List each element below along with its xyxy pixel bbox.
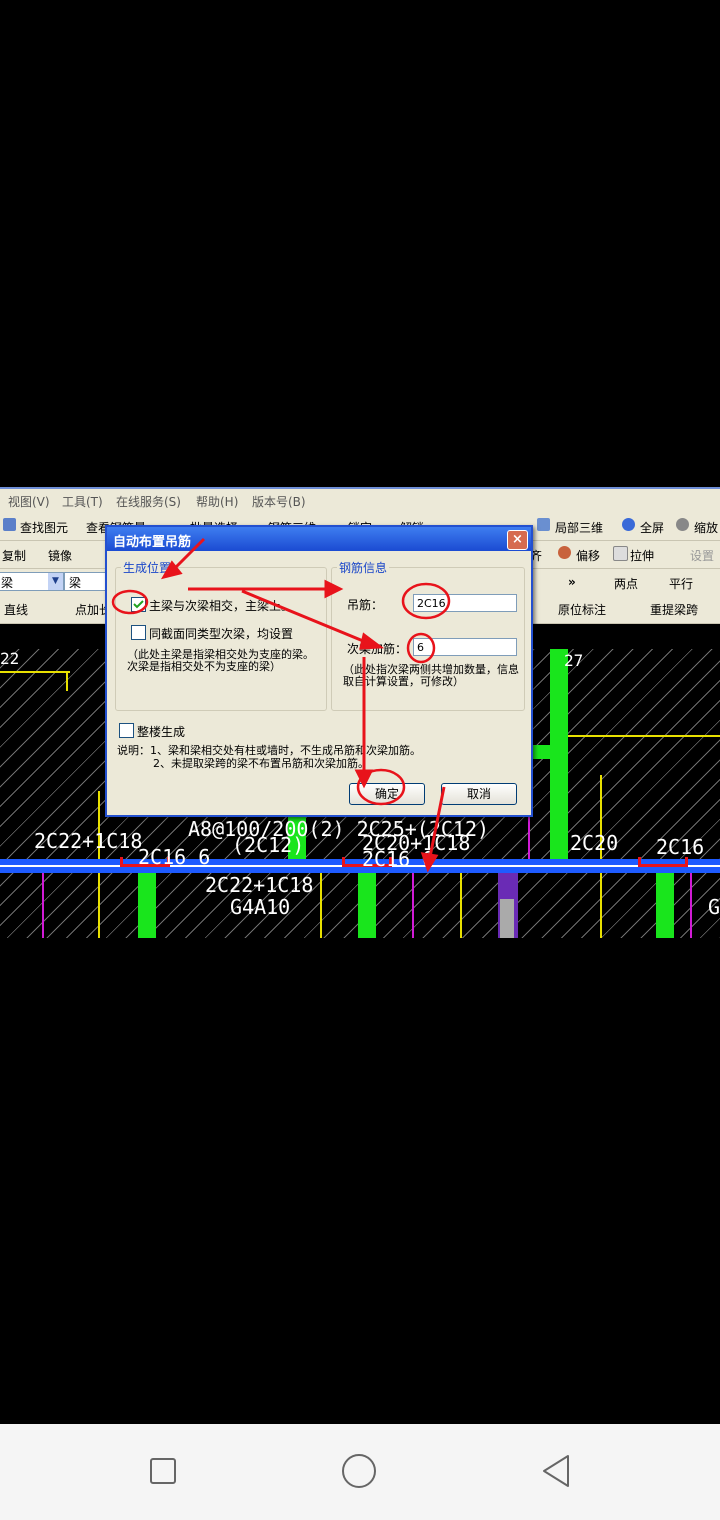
- triangle-icon[interactable]: [540, 1454, 572, 1488]
- navigation-bar: [0, 1424, 720, 1520]
- annotation-overlay: [111, 537, 451, 873]
- circle-icon[interactable]: [342, 1454, 376, 1488]
- annotation-circle: [401, 582, 451, 620]
- annotation-circle: [111, 589, 149, 615]
- app-screenshot: 视图(V) 工具(T) 在线服务(S) 帮助(H) 版本号(B) 查找图元 查看…: [0, 487, 720, 938]
- annotation-circle: [406, 632, 436, 664]
- square-icon[interactable]: [150, 1458, 176, 1484]
